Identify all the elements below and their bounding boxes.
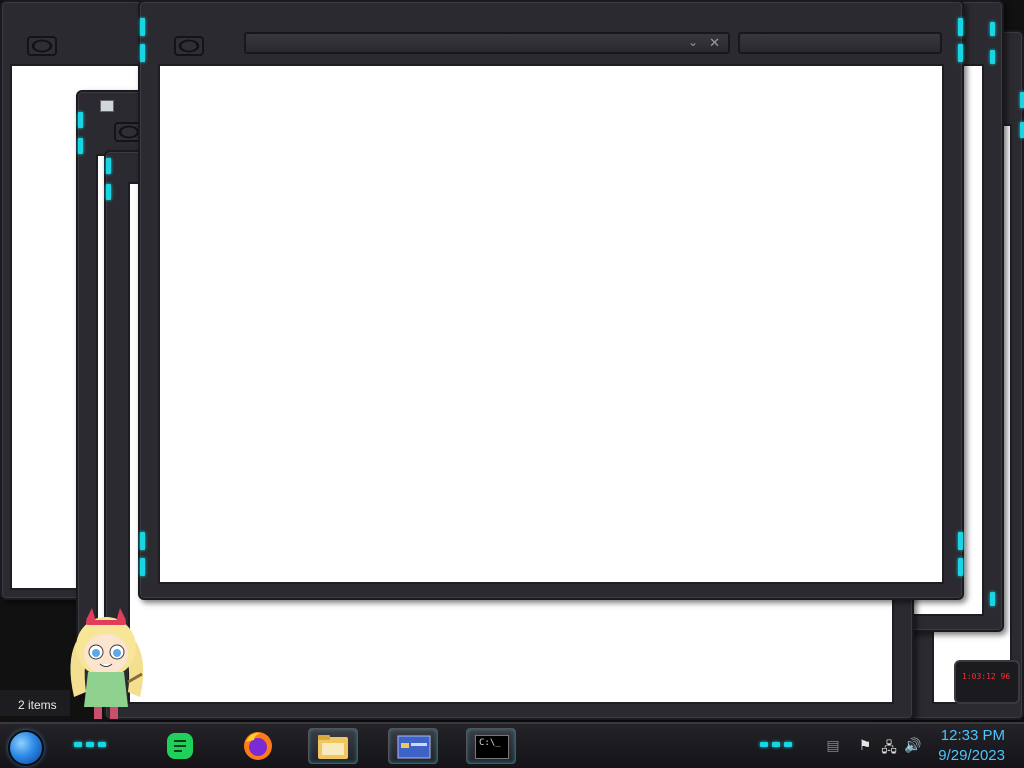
window-small-icon [100,100,114,112]
notes-icon [167,733,193,759]
widget-display: 1:03:12 96 [962,672,1011,681]
window-app-icon [27,36,57,56]
terminal-icon: C:\_ [475,735,509,759]
action-center-icon[interactable]: ▤ [824,737,842,754]
control-panel-icon [397,735,431,759]
close-icon[interactable]: ✕ [709,35,720,51]
clock-date[interactable]: 9/29/2023 [925,747,1005,764]
folder-icon [318,735,348,759]
clock-time[interactable]: 12:33 PM [925,727,1005,744]
taskbar-control-panel-button[interactable] [388,728,438,764]
items-count-label: 2 items [18,698,57,712]
start-button[interactable] [8,730,44,766]
taskbar-firefox-button[interactable] [233,728,283,764]
mascot-sticker [56,602,156,722]
taskbar-terminal-button[interactable]: C:\_ [466,728,516,764]
firefox-icon [244,732,272,760]
address-bar[interactable]: ⌄ ✕ [244,32,730,54]
taskbar-notes-button[interactable] [155,728,205,764]
flag-icon[interactable]: ⚑ [856,737,874,754]
system-widget: 1:03:12 96 [954,660,1020,704]
explorer-window-front[interactable]: ⌄ ✕ [138,0,964,600]
window-content [158,64,944,584]
taskbar-file-explorer-button[interactable] [308,728,358,764]
window-app-icon [174,36,204,56]
chevron-down-icon[interactable]: ⌄ [688,35,698,49]
network-icon[interactable]: 🖧 [880,737,898,761]
volume-icon[interactable]: 🔊 [904,737,922,754]
search-box[interactable] [738,32,942,54]
